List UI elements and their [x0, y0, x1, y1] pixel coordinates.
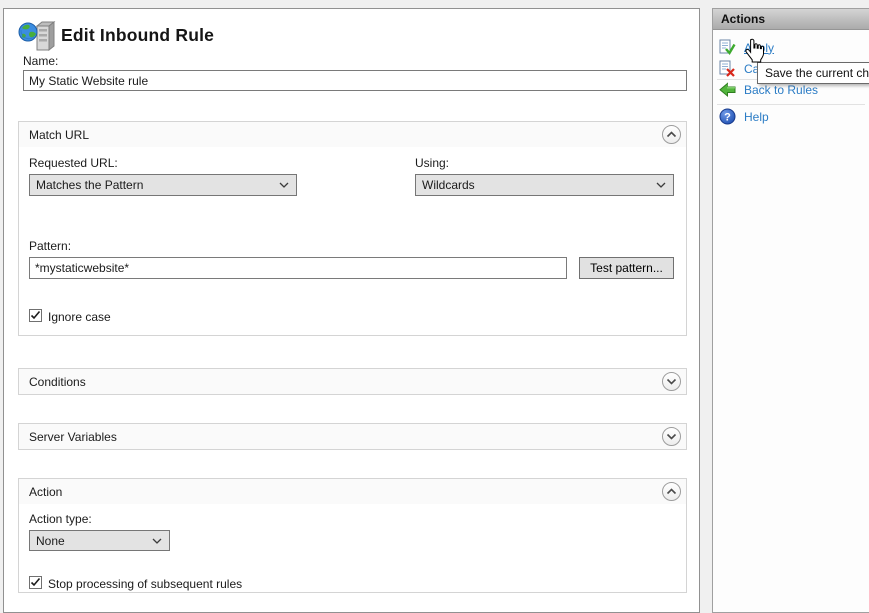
action-section: Action Action type: None Stop processing…	[18, 478, 687, 593]
match-url-title: Match URL	[29, 128, 89, 142]
server-variables-title: Server Variables	[29, 430, 117, 444]
actions-pane-header: Actions	[713, 9, 869, 30]
server-variables-header[interactable]: Server Variables	[19, 424, 686, 449]
check-icon	[30, 577, 41, 588]
pattern-input[interactable]	[29, 257, 567, 279]
apply-link[interactable]: Apply	[744, 41, 774, 55]
match-url-section: Match URL Requested URL: Matches the Pat…	[18, 121, 687, 336]
name-label: Name:	[23, 54, 58, 68]
action-type-select[interactable]: None	[29, 530, 170, 551]
actions-pane-title: Actions	[721, 12, 765, 26]
actions-pane: Actions Apply Cancel Back to Rules	[712, 8, 869, 613]
iis-url-rewrite-edit-inbound-rule: { "page": { "title": "Edit Inbound Rule"…	[0, 0, 869, 607]
server-variables-section: Server Variables	[18, 423, 687, 450]
action-type-value: None	[36, 534, 65, 548]
check-icon	[30, 310, 41, 321]
chevron-down-icon	[152, 538, 162, 544]
collapse-chevron-up-icon[interactable]	[662, 482, 681, 501]
requested-url-value: Matches the Pattern	[36, 178, 143, 192]
match-url-header[interactable]: Match URL	[19, 122, 686, 147]
conditions-section: Conditions	[18, 368, 687, 395]
using-select[interactable]: Wildcards	[415, 174, 674, 196]
expand-chevron-down-icon[interactable]	[662, 427, 681, 446]
pattern-label: Pattern:	[29, 239, 71, 253]
apply-icon	[719, 39, 736, 56]
cancel-icon	[719, 60, 736, 77]
apply-action[interactable]: Apply	[719, 39, 774, 56]
help-icon: ?	[719, 108, 736, 125]
pane-divider	[717, 104, 865, 105]
back-to-rules-action[interactable]: Back to Rules	[719, 82, 818, 98]
ignore-case-label[interactable]: Ignore case	[48, 310, 111, 324]
requested-url-label: Requested URL:	[29, 156, 118, 170]
rule-name-input[interactable]	[23, 70, 687, 91]
action-type-label: Action type:	[29, 512, 92, 526]
help-link[interactable]: Help	[744, 110, 769, 124]
action-header[interactable]: Action	[19, 479, 686, 504]
stop-processing-label[interactable]: Stop processing of subsequent rules	[48, 577, 242, 591]
svg-text:?: ?	[724, 112, 731, 124]
back-to-rules-link[interactable]: Back to Rules	[744, 83, 818, 97]
back-arrow-icon	[719, 82, 736, 98]
action-title: Action	[29, 485, 62, 499]
using-value: Wildcards	[422, 178, 475, 192]
conditions-header[interactable]: Conditions	[19, 369, 686, 394]
page-title: Edit Inbound Rule	[61, 25, 214, 46]
using-label: Using:	[415, 156, 449, 170]
help-action[interactable]: ? Help	[719, 108, 769, 125]
expand-chevron-down-icon[interactable]	[662, 372, 681, 391]
stop-processing-checkbox[interactable]	[29, 576, 42, 589]
requested-url-select[interactable]: Matches the Pattern	[29, 174, 297, 196]
collapse-chevron-up-icon[interactable]	[662, 125, 681, 144]
ignore-case-checkbox[interactable]	[29, 309, 42, 322]
chevron-down-icon	[279, 182, 289, 188]
chevron-down-icon	[656, 182, 666, 188]
apply-tooltip: Save the current cha	[757, 62, 869, 84]
conditions-title: Conditions	[29, 375, 86, 389]
edit-inbound-rule-panel: Edit Inbound Rule Name: Match URL Reques…	[3, 8, 700, 613]
test-pattern-button[interactable]: Test pattern...	[579, 257, 674, 279]
